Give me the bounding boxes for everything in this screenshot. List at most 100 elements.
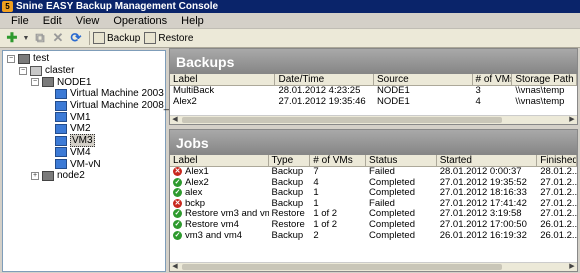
tree-item-vm[interactable]: Virtual Machine 2008_2 xyxy=(5,100,175,112)
column-header[interactable]: Label xyxy=(170,74,276,85)
table-row[interactable]: ✓ vm3 and vm4 Backup 2 Completed 26.01.20… xyxy=(170,230,578,242)
vm-icon xyxy=(55,100,67,111)
table-row[interactable]: ✓ Restore vm4 Restore 1 of 2 Completed 27… xyxy=(170,219,577,231)
jobs-rows: ✕ Alex1 Backup 7 Failed 28.01.2012 0:00:3… xyxy=(170,167,577,241)
table-row[interactable]: ✕ Alex1 Backup 7 Failed 28.01.2012 0:00:3… xyxy=(170,167,577,178)
toolbar: ✚ ▼ ⧉ ✕ ⟳ Backup Restore xyxy=(0,29,580,48)
vm-icon xyxy=(55,135,67,146)
add-icon[interactable]: ✚ xyxy=(4,30,20,46)
vm-icon xyxy=(55,159,67,170)
tree-item-cluster[interactable]: − claster xyxy=(5,65,165,77)
cell-started: 27.01.2012 19:35:52 xyxy=(439,177,527,188)
cell-label: ✓ Alex2 xyxy=(173,177,209,188)
cell-started: 26.01.2012 16:19:32 xyxy=(439,230,527,241)
cell-status: Completed xyxy=(369,219,415,230)
cell-label: ✓Restore vm3 and vm4 xyxy=(173,209,269,220)
failed-icon: ✕ xyxy=(173,167,182,176)
cell-vms: 1 of 2 xyxy=(313,209,338,220)
cell-type: Backup xyxy=(271,230,304,241)
tree-item-node1[interactable]: − NODE1 xyxy=(5,76,165,88)
table-row[interactable]: ✓ Alex2 Backup 4 Completed 27.01.2012 19:… xyxy=(170,177,578,189)
cell-finished: 26.01.2... xyxy=(540,230,578,241)
cell-vms: 1 xyxy=(313,188,319,199)
horizontal-scrollbar[interactable]: ◀ ▶ xyxy=(170,115,577,124)
server-icon xyxy=(18,53,30,64)
expand-icon[interactable]: + xyxy=(31,171,39,180)
table-row[interactable]: ✓ alex Backup 1 Completed 27.01.2012 18:1… xyxy=(170,188,577,199)
cell-type: Restore xyxy=(271,209,305,220)
menu-help[interactable]: Help xyxy=(174,15,211,27)
scroll-thumb[interactable] xyxy=(182,117,502,123)
tree-item-vm[interactable]: VM2 xyxy=(5,123,165,135)
column-header[interactable]: Finished xyxy=(537,155,577,166)
cell-storage: \\vnas\temp xyxy=(515,86,565,96)
vm-icon xyxy=(55,88,67,99)
copy-icon[interactable]: ⧉ xyxy=(32,30,48,46)
cell-type: Backup xyxy=(271,188,304,199)
tree-item-vm[interactable]: VM1 xyxy=(5,111,165,123)
column-header[interactable]: Started xyxy=(437,155,538,166)
table-row[interactable]: ✓Restore vm3 and vm4 Restore 1 of 2 Comp… xyxy=(170,209,577,220)
column-header[interactable]: # of VMs xyxy=(310,155,367,166)
column-header[interactable]: Source xyxy=(374,74,473,85)
success-icon: ✓ xyxy=(173,230,182,240)
column-header[interactable]: Storage Path xyxy=(512,74,577,85)
cell-status: Completed xyxy=(369,230,415,241)
cell-finished: 27.01.2... xyxy=(540,198,578,209)
table-row[interactable]: ✕ bckp Backup 1 Failed 27.01.2012 17:41:4… xyxy=(170,198,578,210)
backups-grid-header: Label Date/Time Source # of VMs Storage … xyxy=(170,74,577,86)
cell-label: ✓ vm3 and vm4 xyxy=(173,230,243,241)
column-header[interactable]: # of VMs xyxy=(473,74,513,85)
menu-edit[interactable]: Edit xyxy=(36,15,69,27)
cell-type: Restore xyxy=(271,219,305,230)
menu-file[interactable]: File xyxy=(4,15,36,27)
table-row[interactable]: Alex2 27.01.2012 19:35:46 NODE1 4 \\vnas… xyxy=(170,97,577,108)
server-tree[interactable]: − test − claster − NODE1 Virtual Machine… xyxy=(2,50,175,272)
tree-item-vm[interactable]: VM-vN xyxy=(5,158,165,170)
cell-type: Backup xyxy=(271,198,304,209)
server-icon xyxy=(42,170,54,181)
horizontal-scrollbar[interactable]: ◀ ▶ xyxy=(170,262,577,271)
scroll-right-icon[interactable]: ▶ xyxy=(567,263,577,271)
table-row[interactable]: MultiBack 28.01.2012 4:23:25 NODE1 3 \\v… xyxy=(170,86,577,97)
collapse-icon[interactable]: − xyxy=(31,78,39,87)
dropdown-icon[interactable]: ▼ xyxy=(22,30,30,46)
tree-item-node2[interactable]: + node2 xyxy=(5,170,165,182)
vm-icon xyxy=(55,147,67,158)
scroll-right-icon[interactable]: ▶ xyxy=(567,116,577,124)
cell-vms: 1 xyxy=(313,198,319,209)
cell-started: 27.01.2012 17:41:42 xyxy=(439,198,527,209)
cell-source: NODE1 xyxy=(377,86,410,96)
column-header[interactable]: Date/Time xyxy=(275,74,374,85)
restore-button[interactable]: Restore xyxy=(144,32,193,44)
cell-label: Alex2 xyxy=(173,96,197,107)
success-icon: ✓ xyxy=(173,177,182,187)
cell-vms: 7 xyxy=(313,167,319,177)
scroll-left-icon[interactable]: ◀ xyxy=(170,263,180,271)
cell-finished: 27.01.2... xyxy=(540,177,578,188)
tree-item-vm[interactable]: VM4 xyxy=(5,147,165,159)
cell-source: NODE1 xyxy=(377,96,410,107)
column-header[interactable]: Status xyxy=(366,155,437,166)
tree-item-vm-selected[interactable]: VM3 xyxy=(5,134,165,148)
backups-heading: Backups xyxy=(170,49,577,74)
scroll-left-icon[interactable]: ◀ xyxy=(170,116,180,124)
tree-item-vm[interactable]: Virtual Machine 2003 xyxy=(5,88,165,100)
backup-button[interactable]: Backup xyxy=(93,32,140,44)
menu-operations[interactable]: Operations xyxy=(106,15,174,27)
scroll-thumb[interactable] xyxy=(182,264,502,270)
vm-icon xyxy=(55,123,67,134)
cell-label: ✓ Restore vm4 xyxy=(173,219,239,230)
delete-icon[interactable]: ✕ xyxy=(50,30,66,46)
cell-status: Failed xyxy=(369,167,395,177)
column-header[interactable]: Label xyxy=(170,155,269,166)
collapse-icon[interactable]: − xyxy=(7,54,15,63)
menu-view[interactable]: View xyxy=(69,15,107,27)
jobs-grid: Label Type # of VMs Status Started Finis… xyxy=(170,155,577,241)
collapse-icon[interactable]: − xyxy=(19,66,27,75)
success-icon: ✓ xyxy=(173,219,182,229)
tree-item-root[interactable]: − test xyxy=(5,53,165,65)
refresh-icon[interactable]: ⟳ xyxy=(68,30,84,46)
cell-vms: 4 xyxy=(313,177,319,188)
column-header[interactable]: Type xyxy=(269,155,311,166)
